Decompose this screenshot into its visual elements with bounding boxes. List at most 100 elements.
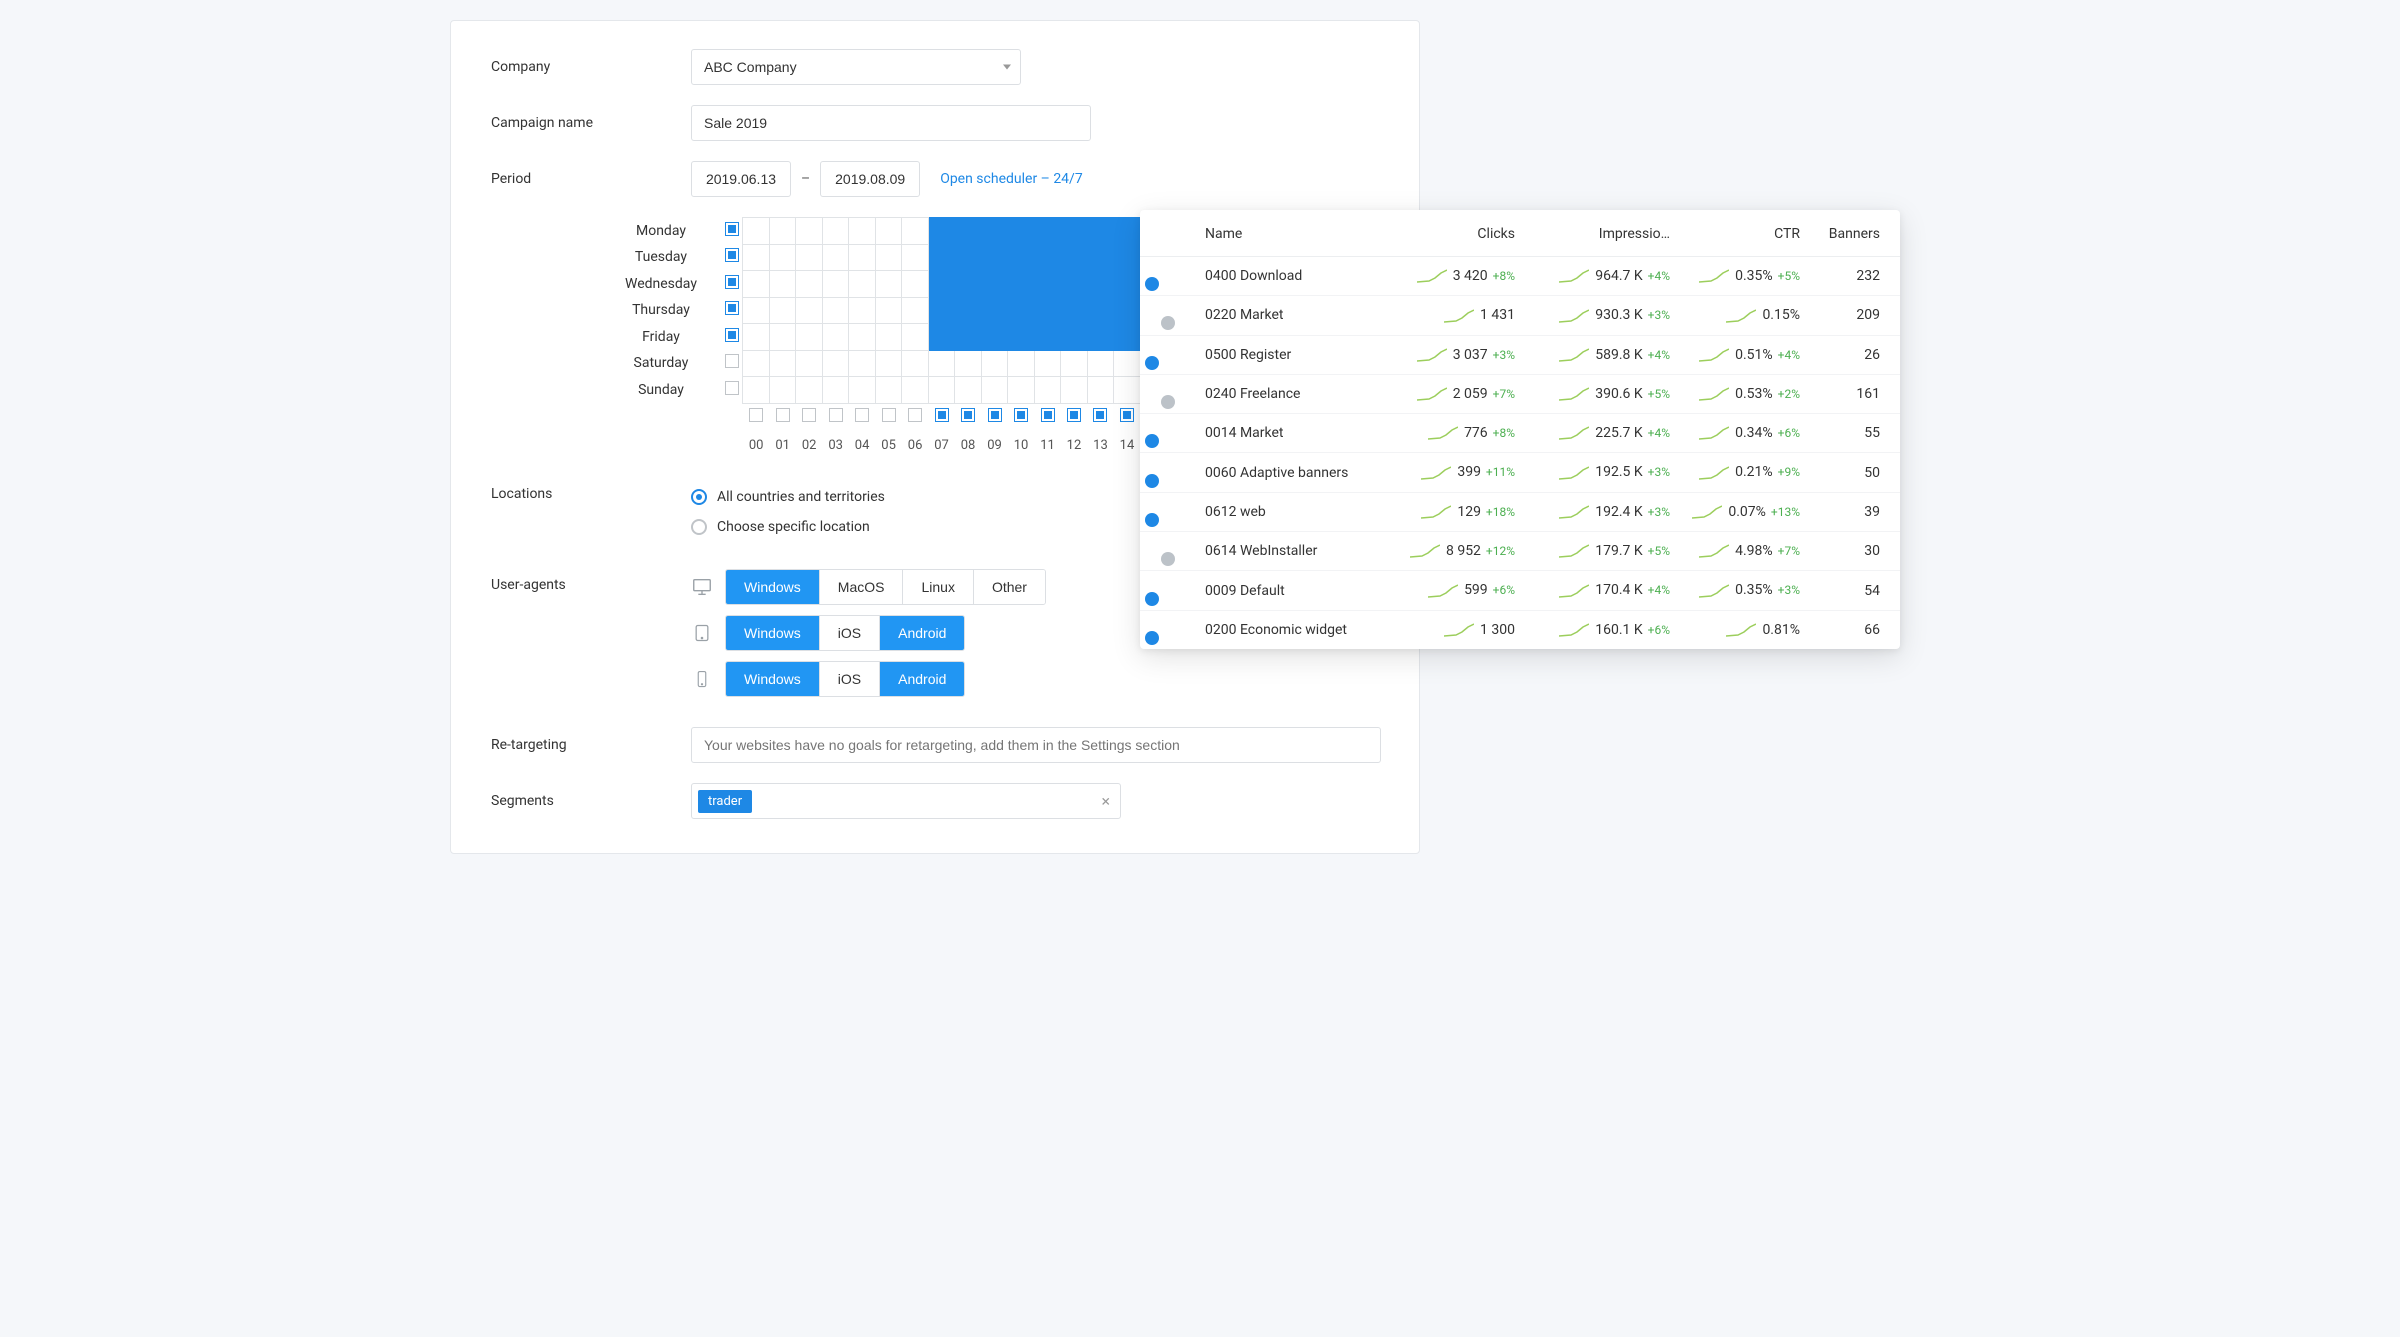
ua-desktop-linux-button[interactable]: Linux	[903, 570, 973, 604]
scheduler-cell[interactable]	[981, 244, 1007, 271]
scheduler-cell[interactable]	[822, 377, 848, 404]
scheduler-hour-checkbox[interactable]	[1041, 408, 1055, 422]
report-header-clicks[interactable]: Clicks	[1385, 226, 1515, 242]
company-select[interactable]	[691, 49, 1021, 85]
scheduler-cell[interactable]	[1114, 324, 1140, 351]
scheduler-cell[interactable]	[1087, 350, 1113, 377]
scheduler-hour-checkbox[interactable]	[829, 408, 843, 422]
scheduler-cell[interactable]	[955, 271, 981, 298]
scheduler-cell[interactable]	[902, 324, 928, 351]
scheduler-hour-checkbox[interactable]	[802, 408, 816, 422]
report-header-impressions[interactable]: Impressio…	[1515, 226, 1670, 242]
scheduler-cell[interactable]	[769, 324, 795, 351]
scheduler-cell[interactable]	[875, 350, 901, 377]
scheduler-cell[interactable]	[928, 350, 954, 377]
scheduler-cell[interactable]	[743, 350, 769, 377]
scheduler-cell[interactable]	[743, 244, 769, 271]
scheduler-cell[interactable]	[1008, 297, 1034, 324]
scheduler-cell[interactable]	[955, 324, 981, 351]
scheduler-cell[interactable]	[796, 324, 822, 351]
scheduler-day-checkbox[interactable]	[725, 275, 739, 289]
scheduler-cell[interactable]	[928, 297, 954, 324]
scheduler-cell[interactable]	[902, 244, 928, 271]
row-name[interactable]: 0009 Default	[1205, 583, 1385, 599]
segments-input[interactable]: trader ×	[691, 783, 1121, 819]
scheduler-cell[interactable]	[743, 377, 769, 404]
scheduler-cell[interactable]	[743, 297, 769, 324]
scheduler-cell[interactable]	[796, 297, 822, 324]
scheduler-cell[interactable]	[849, 271, 875, 298]
scheduler-cell[interactable]	[928, 244, 954, 271]
scheduler-cell[interactable]	[1087, 297, 1113, 324]
scheduler-cell[interactable]	[875, 218, 901, 245]
row-name[interactable]: 0500 Register	[1205, 347, 1385, 363]
scheduler-cell[interactable]	[849, 324, 875, 351]
scheduler-cell[interactable]	[822, 244, 848, 271]
scheduler-hour-checkbox[interactable]	[1120, 408, 1134, 422]
scheduler-hour-checkbox[interactable]	[1067, 408, 1081, 422]
scheduler-hour-checkbox[interactable]	[1014, 408, 1028, 422]
scheduler-cell[interactable]	[1087, 377, 1113, 404]
scheduler-cell[interactable]	[902, 218, 928, 245]
scheduler-cell[interactable]	[1034, 324, 1060, 351]
ua-mobile-windows-button[interactable]: Windows	[726, 662, 820, 696]
ua-desktop-windows-button[interactable]: Windows	[726, 570, 820, 604]
scheduler-cell[interactable]	[796, 377, 822, 404]
scheduler-cell[interactable]	[822, 297, 848, 324]
scheduler-hour-checkbox[interactable]	[988, 408, 1002, 422]
scheduler-day-checkbox[interactable]	[725, 328, 739, 342]
scheduler-cell[interactable]	[1061, 324, 1087, 351]
open-scheduler-link[interactable]: Open scheduler – 24/7	[940, 171, 1083, 187]
scheduler-cell[interactable]	[743, 218, 769, 245]
row-name[interactable]: 0612 web	[1205, 504, 1385, 520]
scheduler-cell[interactable]	[822, 271, 848, 298]
scheduler-cell[interactable]	[981, 324, 1007, 351]
scheduler-cell[interactable]	[981, 218, 1007, 245]
scheduler-day-checkbox[interactable]	[725, 381, 739, 395]
scheduler-cell[interactable]	[1061, 244, 1087, 271]
period-from-input[interactable]	[691, 161, 791, 197]
scheduler-cell[interactable]	[769, 271, 795, 298]
scheduler-cell[interactable]	[796, 350, 822, 377]
scheduler-cell[interactable]	[743, 324, 769, 351]
row-name[interactable]: 0240 Freelance	[1205, 386, 1385, 402]
ua-mobile-ios-button[interactable]: iOS	[820, 662, 880, 696]
row-name[interactable]: 0014 Market	[1205, 425, 1385, 441]
scheduler-day-checkbox[interactable]	[725, 222, 739, 236]
scheduler-hour-checkbox[interactable]	[935, 408, 949, 422]
scheduler-cell[interactable]	[769, 218, 795, 245]
clear-icon[interactable]: ×	[1101, 792, 1110, 811]
scheduler-cell[interactable]	[1008, 244, 1034, 271]
scheduler-cell[interactable]	[902, 350, 928, 377]
scheduler-hour-checkbox[interactable]	[776, 408, 790, 422]
scheduler-cell[interactable]	[1087, 218, 1113, 245]
retargeting-input[interactable]	[691, 727, 1381, 763]
row-name[interactable]: 0200 Economic widget	[1205, 622, 1385, 638]
scheduler-cell[interactable]	[928, 218, 954, 245]
scheduler-cell[interactable]	[1114, 244, 1140, 271]
scheduler-cell[interactable]	[981, 271, 1007, 298]
scheduler-day-checkbox[interactable]	[725, 354, 739, 368]
report-header-ctr[interactable]: CTR	[1670, 226, 1800, 242]
scheduler-cell[interactable]	[1034, 377, 1060, 404]
scheduler-cell[interactable]	[849, 297, 875, 324]
scheduler-cell[interactable]	[1034, 218, 1060, 245]
scheduler-cell[interactable]	[1087, 244, 1113, 271]
scheduler-cell[interactable]	[1008, 350, 1034, 377]
scheduler-cell[interactable]	[1114, 377, 1140, 404]
scheduler-cell[interactable]	[955, 218, 981, 245]
scheduler-cell[interactable]	[1061, 377, 1087, 404]
scheduler-hour-checkbox[interactable]	[882, 408, 896, 422]
scheduler-cell[interactable]	[849, 377, 875, 404]
scheduler-cell[interactable]	[1087, 271, 1113, 298]
ua-desktop-other-button[interactable]: Other	[974, 570, 1045, 604]
row-name[interactable]: 0614 WebInstaller	[1205, 543, 1385, 559]
scheduler-cell[interactable]	[875, 377, 901, 404]
row-name[interactable]: 0060 Adaptive banners	[1205, 465, 1385, 481]
scheduler-cell[interactable]	[822, 218, 848, 245]
scheduler-cell[interactable]	[822, 324, 848, 351]
scheduler-cell[interactable]	[875, 244, 901, 271]
scheduler-cell[interactable]	[955, 350, 981, 377]
scheduler-cell[interactable]	[769, 350, 795, 377]
segment-tag[interactable]: trader	[698, 790, 752, 813]
